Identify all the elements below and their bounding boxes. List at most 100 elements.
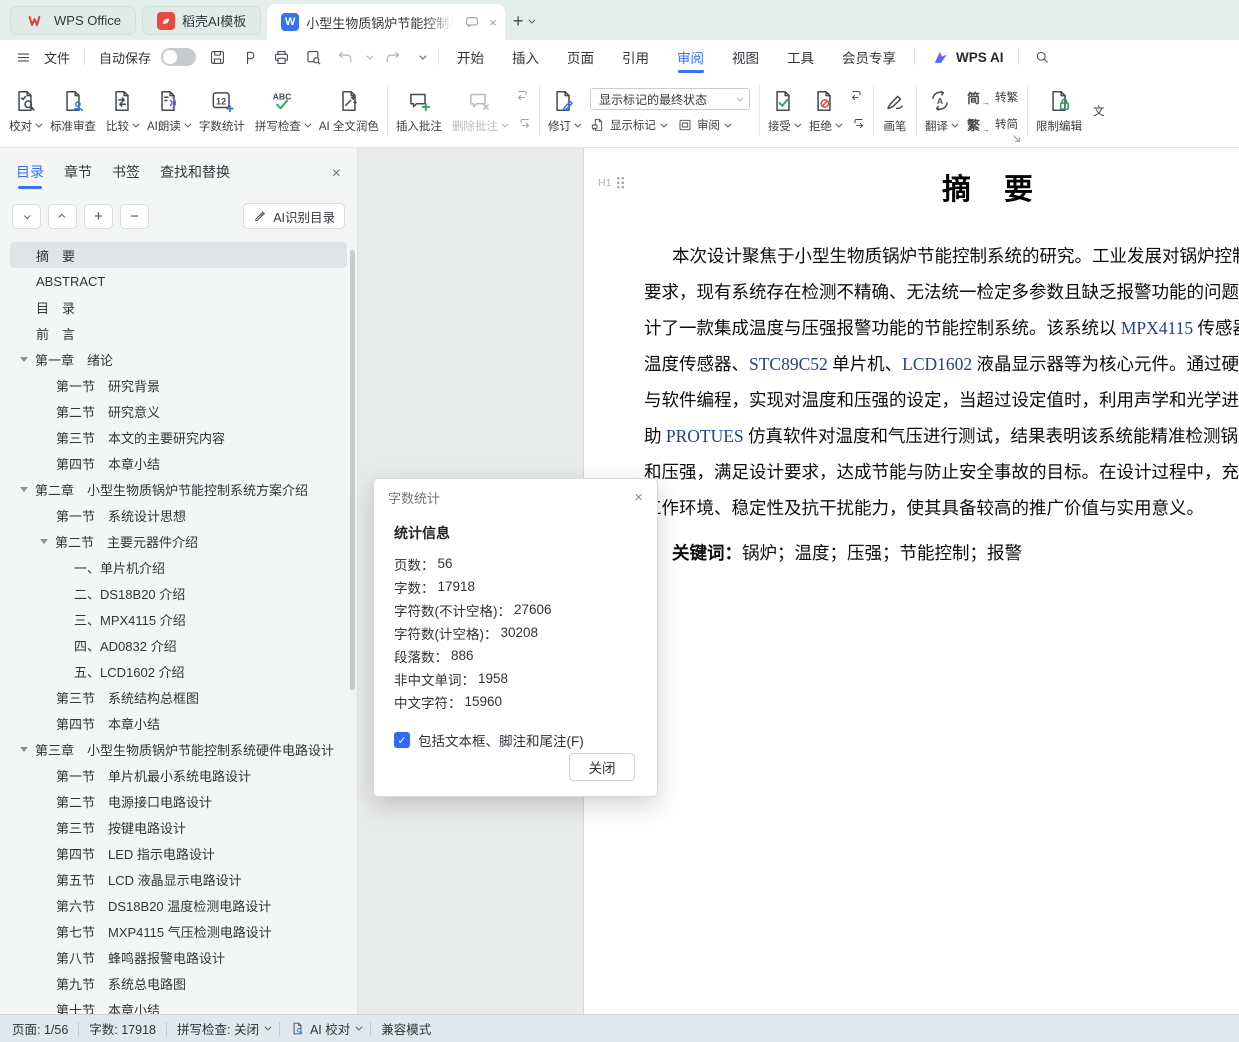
- toc-item[interactable]: 第一节 研究背景: [10, 372, 347, 398]
- toc-item[interactable]: 第九节 系统总电路图: [10, 970, 347, 996]
- translate-button[interactable]: A 翻译: [920, 79, 961, 143]
- toc-item[interactable]: 第四节 本章小结: [10, 450, 347, 476]
- close-sidebar-icon[interactable]: ×: [332, 165, 341, 189]
- search-icon[interactable]: [1031, 46, 1053, 68]
- toc-item[interactable]: 第五节 LCD 液晶显示电路设计: [10, 866, 347, 892]
- tab-insert[interactable]: 插入: [498, 40, 553, 74]
- toc-item[interactable]: 第三节 本文的主要研究内容: [10, 424, 347, 450]
- tab-docer-templates[interactable]: 稻壳AI模板: [142, 6, 261, 35]
- toolbar-chevron-icon[interactable]: [419, 52, 426, 59]
- ai-polish-button[interactable]: AI 全文润色: [314, 79, 384, 143]
- toc-item[interactable]: 第三节 系统结构总框图: [10, 684, 347, 710]
- collapse-triangle-icon[interactable]: [40, 539, 48, 544]
- collapse-up-button[interactable]: [48, 204, 77, 229]
- next-comment-icon[interactable]: [515, 116, 532, 133]
- export-pdf-icon[interactable]: [238, 46, 260, 68]
- standard-review-button[interactable]: 标准审查: [45, 79, 101, 143]
- checkbox-checked-icon[interactable]: ✓: [394, 732, 410, 748]
- accept-button[interactable]: 接受: [763, 79, 804, 143]
- toc-item[interactable]: 四、AD0832 介绍: [10, 632, 347, 658]
- clipped-button-label[interactable]: 文: [1093, 103, 1105, 119]
- toc-item[interactable]: 第十节 本章小结: [10, 996, 347, 1014]
- toc-item[interactable]: 第二节 研究意义: [10, 398, 347, 424]
- toc-item[interactable]: 第三章 小型生物质锅炉节能控制系统硬件电路设计: [10, 736, 347, 762]
- close-tab-icon[interactable]: ×: [489, 15, 497, 30]
- markup-state-select[interactable]: 显示标记的最终状态: [590, 88, 750, 110]
- collapse-triangle-icon[interactable]: [20, 487, 28, 492]
- toc-item[interactable]: 第一节 单片机最小系统电路设计: [10, 762, 347, 788]
- undo-history-chevron-icon[interactable]: [366, 52, 373, 59]
- review-pane-button[interactable]: 审阅: [677, 117, 729, 133]
- toc-item[interactable]: ABSTRACT: [10, 268, 347, 294]
- collapse-triangle-icon[interactable]: [20, 357, 28, 362]
- tab-reference[interactable]: 引用: [608, 40, 663, 74]
- tab-document[interactable]: W 小型生物质锅炉节能控制系统 ×: [267, 4, 505, 40]
- zoom-out-button[interactable]: −: [120, 204, 149, 229]
- show-markup-button[interactable]: 显示标记: [590, 117, 665, 133]
- restrict-edit-button[interactable]: 限制编辑: [1031, 79, 1087, 143]
- sidebar-tab-contents[interactable]: 目录: [16, 162, 44, 191]
- tab-view[interactable]: 视图: [718, 40, 773, 74]
- previous-change-icon[interactable]: [849, 88, 866, 105]
- toc-item[interactable]: 第一章 绪论: [10, 346, 347, 372]
- dialog-launcher-icon[interactable]: [1011, 133, 1022, 144]
- ai-read-button[interactable]: AI朗读: [142, 79, 194, 143]
- document-page[interactable]: H1 摘 要 本次设计聚焦于小型生物质锅炉节能控制系统的研究。工业发展对锅炉控制…: [583, 148, 1239, 1014]
- toc-item[interactable]: 五、LCD1602 介绍: [10, 658, 347, 684]
- spell-check-button[interactable]: ABC 拼写检查: [250, 79, 314, 143]
- new-tab-button[interactable]: +: [513, 11, 534, 32]
- autosave-toggle[interactable]: [161, 48, 196, 66]
- chevron-down-icon[interactable]: [529, 17, 536, 24]
- spell-check-status[interactable]: 拼写检查: 关闭: [177, 1019, 269, 1038]
- toc-item[interactable]: 第六节 DS18B20 温度检测电路设计: [10, 892, 347, 918]
- track-changes-button[interactable]: 修订: [543, 79, 584, 143]
- expand-down-button[interactable]: [12, 204, 41, 229]
- sidebar-tab-chapters[interactable]: 章节: [64, 162, 92, 191]
- close-dialog-icon[interactable]: ×: [634, 489, 643, 506]
- collapse-triangle-icon[interactable]: [20, 747, 28, 752]
- tab-review[interactable]: 审阅: [663, 40, 718, 74]
- proofread-button[interactable]: 校对: [4, 79, 45, 143]
- toc-item[interactable]: 一、单片机介绍: [10, 554, 347, 580]
- delete-comment-button[interactable]: 删除批注: [447, 79, 511, 143]
- ai-proof-status[interactable]: AI 校对: [290, 1019, 360, 1038]
- toc-item[interactable]: 二、DS18B20 介绍: [10, 580, 347, 606]
- toc-item[interactable]: 三、MPX4115 介绍: [10, 606, 347, 632]
- close-button[interactable]: 关闭: [569, 753, 635, 781]
- print-preview-icon[interactable]: [302, 46, 324, 68]
- zoom-in-button[interactable]: +: [84, 204, 113, 229]
- tab-tools[interactable]: 工具: [773, 40, 828, 74]
- page-indicator[interactable]: 页面: 1/56: [12, 1019, 68, 1038]
- word-count-indicator[interactable]: 字数: 17918: [89, 1019, 156, 1038]
- toc-item[interactable]: 第一节 系统设计思想: [10, 502, 347, 528]
- ai-recognize-toc-button[interactable]: AI识别目录: [243, 203, 345, 229]
- comment-bubble-icon[interactable]: [461, 11, 483, 33]
- tab-home[interactable]: 开始: [443, 40, 498, 74]
- undo-icon[interactable]: [334, 46, 356, 68]
- toc-item[interactable]: 第二章 小型生物质锅炉节能控制系统方案介绍: [10, 476, 347, 502]
- sidebar-scrollbar[interactable]: [350, 250, 355, 690]
- to-simplified-button[interactable]: 繁→ 转简: [967, 115, 1018, 134]
- toc-item[interactable]: 前 言: [10, 320, 347, 346]
- toc-item[interactable]: 第四节 本章小结: [10, 710, 347, 736]
- tab-member[interactable]: 会员专享: [828, 40, 910, 74]
- tab-wps-office[interactable]: WPS Office: [10, 6, 136, 35]
- to-traditional-button[interactable]: 简→ 转繁: [967, 88, 1018, 107]
- word-count-button[interactable]: 12 字数统计: [194, 79, 250, 143]
- toc-item[interactable]: 目 录: [10, 294, 347, 320]
- sidebar-tab-find-replace[interactable]: 查找和替换: [160, 162, 230, 191]
- compatibility-mode[interactable]: 兼容模式: [381, 1019, 431, 1038]
- toc-item[interactable]: 第二节 主要元器件介绍: [10, 528, 347, 554]
- compare-button[interactable]: 比较: [101, 79, 142, 143]
- save-icon[interactable]: [206, 46, 228, 68]
- toc-item[interactable]: 第二节 电源接口电路设计: [10, 788, 347, 814]
- previous-comment-icon[interactable]: [515, 88, 532, 105]
- hamburger-menu-icon[interactable]: [12, 46, 34, 68]
- print-icon[interactable]: [270, 46, 292, 68]
- reject-button[interactable]: 拒绝: [804, 79, 845, 143]
- heading-handle[interactable]: H1: [598, 176, 625, 189]
- tab-page[interactable]: 页面: [553, 40, 608, 74]
- wps-ai-button[interactable]: WPS AI: [929, 46, 1004, 68]
- toc-item[interactable]: 第四节 LED 指示电路设计: [10, 840, 347, 866]
- toc-item[interactable]: 第三节 按键电路设计: [10, 814, 347, 840]
